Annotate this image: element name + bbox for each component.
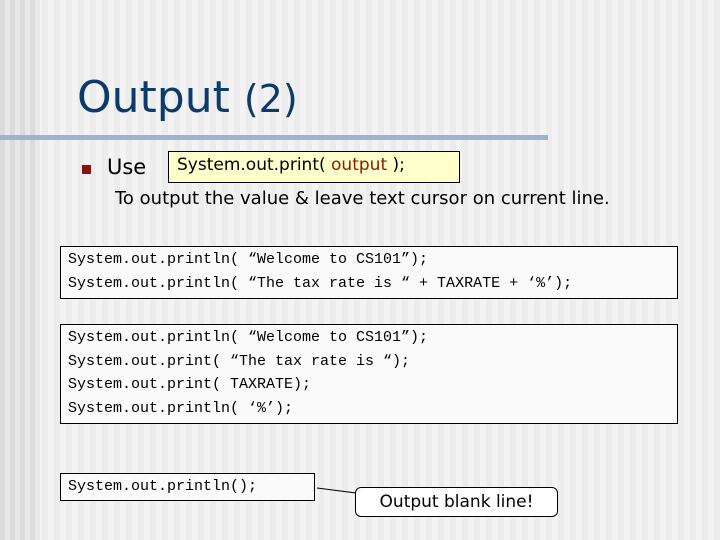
callout-note: Output blank line! xyxy=(355,487,558,517)
callout-pointer xyxy=(316,487,357,500)
